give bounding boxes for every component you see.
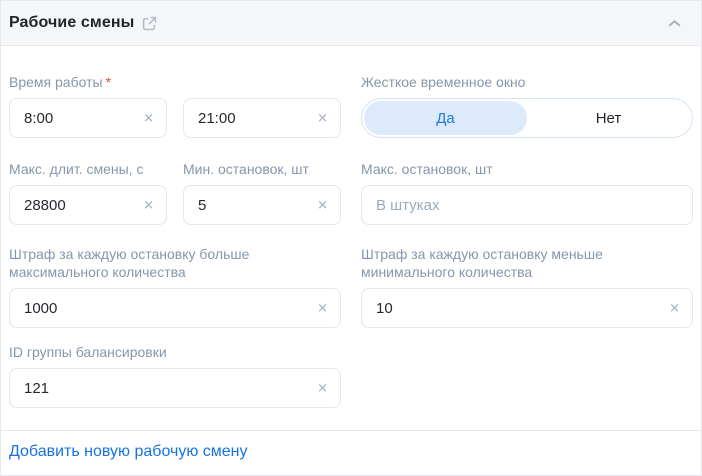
field-max-stops: Макс. остановок, шт [361,160,693,225]
panel-header: Рабочие смены [1,1,701,46]
field-min-stops: Мин. остановок, шт ✕ [183,160,341,225]
panel-footer: Добавить новую рабочую смену [1,431,701,475]
max-stops-label: Макс. остановок, шт [361,160,693,178]
field-penalty-over-max: Штраф за каждую остановку больше максима… [9,245,341,328]
hard-time-window-label: Жесткое временное окно [361,73,693,91]
penalty-over-max-input[interactable] [9,288,341,328]
required-asterisk: * [106,74,111,90]
panel-body: Время работы* ✕ ✕ Жесткое временное окно [1,46,701,430]
add-work-shift-link[interactable]: Добавить новую рабочую смену [9,443,248,460]
field-penalty-under-min: Штраф за каждую остановку меньше минимал… [361,245,693,328]
clear-icon[interactable]: ✕ [665,298,684,319]
field-balancing-group-id: ID группы балансировки ✕ [9,343,341,408]
penalty-over-max-label: Штраф за каждую остановку больше максима… [9,245,341,281]
clear-icon[interactable]: ✕ [139,195,158,216]
work-time-label-text: Время работы [9,74,103,90]
hard-time-window-toggle: Да Нет [361,98,693,138]
max-stops-input[interactable] [361,185,693,225]
toggle-option-yes[interactable]: Да [364,101,527,135]
panel-title: Рабочие смены [9,14,134,32]
clear-icon[interactable]: ✕ [313,108,332,129]
toggle-option-no[interactable]: Нет [527,101,690,135]
penalty-under-min-label: Штраф за каждую остановку меньше минимал… [361,245,693,281]
balancing-group-id-label: ID группы балансировки [9,343,341,361]
external-link-icon[interactable] [142,16,157,31]
work-shifts-panel: Рабочие смены Время работы* [0,0,702,476]
max-shift-duration-label: Макс. длит. смены, с [9,160,167,178]
balancing-group-id-input[interactable] [9,368,341,408]
field-work-time: Время работы* ✕ ✕ [9,73,341,138]
collapse-chevron-up-icon[interactable] [664,15,685,32]
clear-icon[interactable]: ✕ [313,195,332,216]
field-hard-time-window: Жесткое временное окно Да Нет [361,73,693,138]
field-max-shift-duration: Макс. длит. смены, с ✕ [9,160,167,225]
clear-icon[interactable]: ✕ [139,108,158,129]
clear-icon[interactable]: ✕ [313,378,332,399]
clear-icon[interactable]: ✕ [313,298,332,319]
work-time-label: Время работы* [9,73,341,91]
penalty-under-min-input[interactable] [361,288,693,328]
min-stops-label: Мин. остановок, шт [183,160,341,178]
